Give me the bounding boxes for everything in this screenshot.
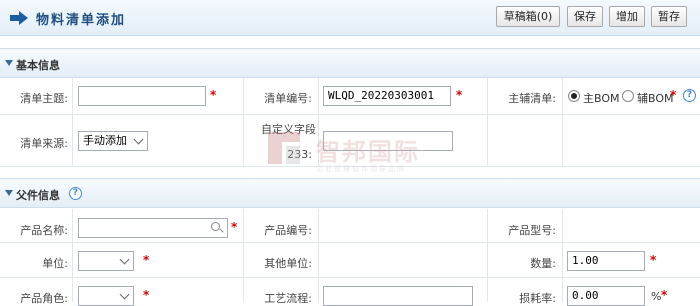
aux-bom-radio[interactable] <box>622 90 634 102</box>
product-name-input[interactable] <box>78 218 228 238</box>
divider <box>0 242 700 243</box>
divider <box>0 114 700 115</box>
title-bar: 物料清单添加 草稿箱(0) 保存 增加 暂存 <box>0 0 700 36</box>
arrow-right-icon <box>10 11 28 25</box>
divider <box>318 209 319 302</box>
product-model-label: 产品型号: <box>508 224 556 237</box>
required-mark: * <box>661 288 668 302</box>
loss-label: 损耗率: <box>519 292 556 305</box>
page-title: 物料清单添加 <box>36 13 127 28</box>
help-icon[interactable]: ? <box>683 89 696 102</box>
unit-select[interactable] <box>78 251 134 271</box>
main-aux-label: 主辅清单: <box>508 92 556 105</box>
search-icon[interactable] <box>211 222 220 231</box>
collapse-triangle-icon[interactable] <box>5 60 13 66</box>
required-mark: * <box>650 253 657 267</box>
process-label: 工艺流程: <box>264 292 312 305</box>
loss-unit: % <box>651 290 662 303</box>
help-icon[interactable]: ? <box>69 187 82 200</box>
aux-bom-label[interactable]: 辅BOM <box>637 90 674 106</box>
product-code-label: 产品编号: <box>264 224 312 237</box>
required-mark: * <box>231 220 238 234</box>
section-title: 基本信息 <box>16 59 60 72</box>
drafts-button[interactable]: 草稿箱(0) <box>496 6 560 27</box>
qty-input[interactable]: 1.00 <box>567 251 645 271</box>
other-unit-label: 其他单位: <box>264 257 312 270</box>
role-label: 产品角色: <box>20 292 68 305</box>
required-mark: * <box>210 88 217 102</box>
code-input[interactable]: WLQD_20220303001 <box>323 86 451 106</box>
collapse-triangle-icon[interactable] <box>5 190 13 196</box>
source-value: 手动添加 <box>83 134 127 147</box>
main-bom-label[interactable]: 主BOM <box>583 90 620 106</box>
required-mark: * <box>670 88 677 102</box>
section-title: 父件信息 <box>16 189 60 202</box>
custom-field-label-suffix: 233: <box>287 148 312 161</box>
role-select[interactable] <box>78 286 134 306</box>
chevron-down-icon <box>119 289 130 300</box>
save-button[interactable]: 保存 <box>567 6 603 27</box>
chevron-down-icon <box>133 134 144 145</box>
custom-field-input[interactable] <box>323 131 453 151</box>
code-label: 清单编号: <box>264 92 312 105</box>
add-button[interactable]: 增加 <box>609 6 645 27</box>
subject-input[interactable] <box>78 86 206 106</box>
required-mark: * <box>143 288 150 302</box>
divider <box>0 277 700 278</box>
custom-field-label: 自定义字段 <box>261 123 316 136</box>
section-basic-info[interactable]: 基本信息 <box>0 48 700 78</box>
unit-label: 单位: <box>42 257 68 270</box>
product-name-label: 产品名称: <box>20 224 68 237</box>
divider <box>562 209 563 302</box>
section-parent-info[interactable]: 父件信息 ? <box>0 178 700 208</box>
divider <box>562 78 563 166</box>
divider <box>72 209 73 302</box>
qty-label: 数量: <box>530 257 556 270</box>
subject-label: 清单主题: <box>20 92 68 105</box>
divider <box>72 78 73 166</box>
temp-save-button[interactable]: 暂存 <box>651 6 687 27</box>
source-label: 清单来源: <box>20 137 68 150</box>
source-select[interactable]: 手动添加 <box>78 131 148 151</box>
required-mark: * <box>143 253 150 267</box>
chevron-down-icon <box>119 254 130 265</box>
required-mark: * <box>456 88 463 102</box>
divider <box>318 78 319 166</box>
main-bom-radio[interactable] <box>568 90 580 102</box>
divider <box>0 166 700 167</box>
process-input[interactable] <box>323 286 473 306</box>
loss-input[interactable]: 0.00 <box>567 286 645 306</box>
